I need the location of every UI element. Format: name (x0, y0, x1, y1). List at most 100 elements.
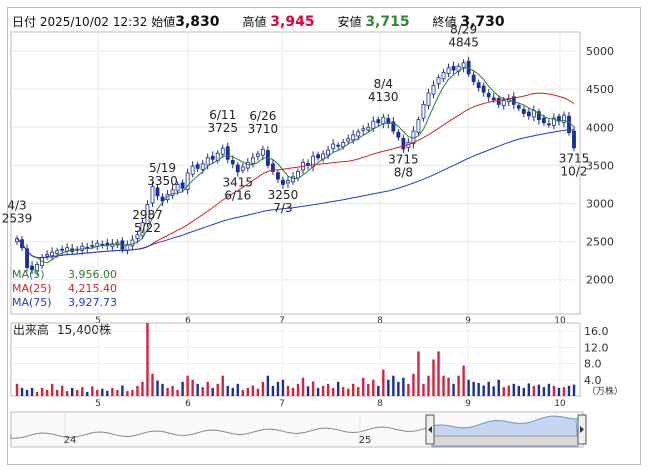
volume-bar (341, 387, 345, 396)
volume-unit: （万株） (587, 385, 623, 397)
volume-bar (176, 389, 179, 396)
candle-body (240, 166, 245, 171)
volume-bar (346, 388, 350, 396)
volume-bar (256, 388, 260, 396)
volume-bar (15, 383, 19, 396)
candle-body (331, 143, 336, 150)
volume-bar (251, 385, 255, 396)
volume-bar (201, 387, 204, 396)
volume-bar (462, 365, 465, 396)
candle-body (572, 130, 576, 149)
volume-month-label: 6 (185, 399, 191, 409)
volume-tick-label: 16.0 (584, 325, 609, 338)
volume-bar (50, 383, 54, 396)
volume-bar (226, 385, 229, 396)
volume-bar (146, 323, 149, 396)
volume-bar (55, 389, 59, 396)
volume-bar (196, 383, 199, 396)
price-tick-label: 2500 (586, 236, 614, 249)
volume-bar (517, 385, 521, 396)
volume-bar (532, 385, 536, 396)
price-tick-label: 5000 (586, 45, 614, 58)
candle-body (351, 134, 356, 141)
candle-body (461, 62, 466, 68)
candle-body (230, 160, 235, 165)
price-annotation: 3250 (268, 188, 299, 202)
volume-bar (261, 381, 265, 396)
candle-body (260, 148, 265, 156)
volume-bar (266, 375, 270, 396)
price-annotation: 2539 (2, 211, 33, 225)
ma-legend-value: 4,215.40 (68, 282, 117, 295)
candle-body (436, 77, 441, 85)
volume-bar (567, 385, 571, 396)
navigator-year-label: 24 (64, 435, 77, 446)
price-annotation: 10/2 (561, 165, 588, 179)
price-annotation: 8/4 (374, 77, 393, 91)
volume-bar (291, 387, 295, 396)
price-annotation: 8/29 (450, 23, 477, 37)
volume-bar (191, 379, 194, 396)
price-annotation: 6/26 (249, 109, 276, 123)
candle-body (190, 165, 195, 175)
volume-bar (136, 385, 139, 396)
volume-bar (512, 383, 515, 396)
price-annotation: 3715 (388, 153, 419, 167)
candle-body (286, 180, 290, 184)
candle-body (451, 65, 456, 71)
volume-bar (522, 387, 526, 396)
candle-body (366, 126, 371, 131)
candle-body (130, 239, 135, 247)
candle-body (562, 114, 566, 123)
volume-bar (70, 387, 74, 396)
navigator-scrollbar (431, 435, 579, 447)
volume-bar (497, 379, 500, 396)
candle-body (446, 67, 451, 74)
volume-bar (126, 391, 129, 396)
volume-bar (241, 389, 245, 396)
volume-bar (467, 379, 470, 396)
volume-bar (141, 381, 144, 396)
volume-bar (156, 380, 159, 396)
volume-bar (372, 379, 375, 396)
price-tick-label: 4500 (586, 83, 614, 96)
price-tick-label: 3500 (586, 159, 614, 172)
price-tick-label: 3000 (586, 197, 614, 210)
volume-bar (572, 384, 576, 396)
candle-body (276, 172, 280, 180)
candle-body (466, 60, 471, 75)
price-annotation: 4/3 (7, 198, 26, 212)
volume-tick-label: 4.0 (584, 374, 602, 387)
volume-bar (161, 383, 164, 396)
candle-body (471, 74, 476, 82)
navigator-year-label: 25 (359, 435, 372, 446)
candle-body (541, 117, 546, 124)
candle-body (521, 108, 526, 114)
candle-body (326, 149, 331, 156)
volume-bar (45, 389, 49, 396)
candle-body (496, 97, 501, 105)
price-annotation: 2987 (132, 208, 163, 222)
candle-body (255, 153, 260, 157)
candle-body (180, 182, 185, 189)
volume-bar (397, 381, 400, 396)
navigator-panel: 24 25 (10, 411, 587, 448)
candle-body (476, 82, 481, 89)
candle-body (526, 111, 531, 117)
volume-bar (30, 387, 34, 396)
volume-bar (412, 373, 415, 396)
volume-month-label: 5 (95, 399, 101, 409)
volume-bar (562, 387, 566, 396)
price-annotation: 3415 (223, 176, 254, 190)
candle-body (225, 146, 230, 160)
month-tick-label: 7 (279, 316, 285, 326)
volume-bar (537, 384, 541, 396)
volume-bar (60, 385, 64, 396)
candle-body (235, 164, 240, 173)
volume-bar (432, 359, 435, 396)
volume-bar (392, 375, 395, 396)
volume-bar (111, 387, 114, 396)
candle-body (486, 92, 491, 98)
candle-body (155, 187, 160, 197)
volume-bar (316, 387, 320, 396)
